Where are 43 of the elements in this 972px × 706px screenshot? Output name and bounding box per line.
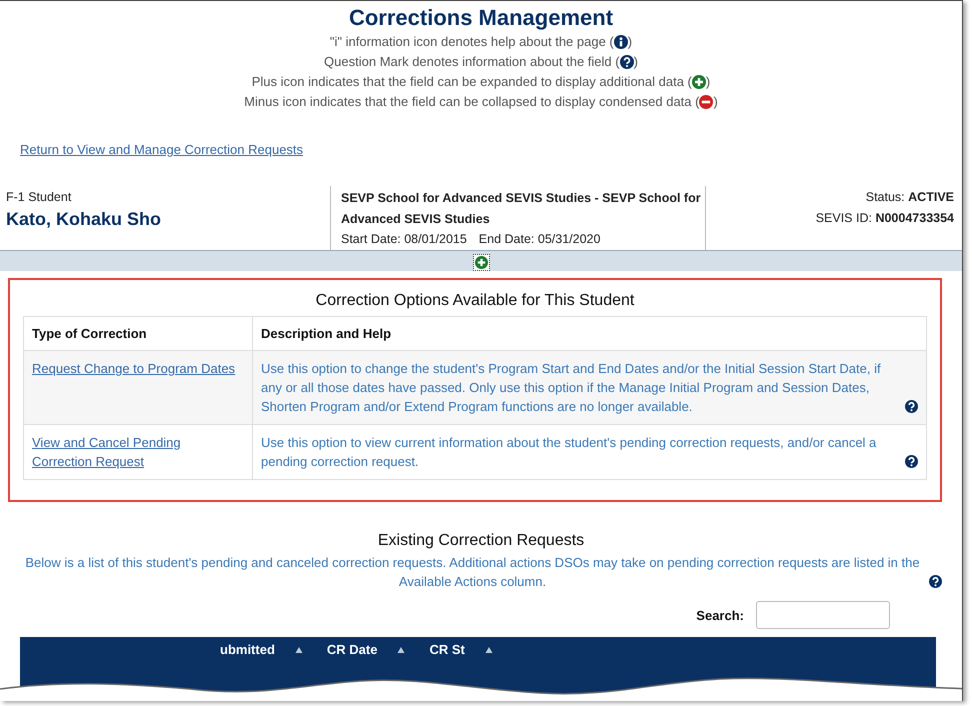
expand-button[interactable] bbox=[472, 254, 490, 272]
sort-icon[interactable] bbox=[397, 646, 406, 654]
column-header: Description and Help bbox=[252, 316, 926, 351]
column-header: Type of Correction bbox=[24, 316, 252, 351]
section-title: Existing Correction Requests bbox=[376, 532, 586, 550]
end-date: End Date: 05/31/2020 bbox=[478, 231, 600, 248]
sevis-id: SEVIS ID: N0004733354 bbox=[816, 210, 954, 228]
page-title: Corrections Management bbox=[348, 5, 614, 31]
return-link[interactable]: Return to View and Manage Correction Requests bbox=[20, 142, 304, 157]
help-icon bbox=[905, 455, 918, 468]
option-link[interactable]: View and Cancel Pending Correction Request bbox=[32, 433, 244, 472]
school-name: SEVP School for Advanced SEVIS Studies - SEVP School for Advanced SEVIS Studies bbox=[341, 190, 701, 228]
help-icon bbox=[929, 575, 942, 588]
search-field[interactable] bbox=[756, 601, 890, 630]
help-icon bbox=[620, 55, 634, 69]
sort-icon[interactable] bbox=[484, 646, 493, 654]
search-label: Search: bbox=[696, 608, 744, 623]
legend-text: ) bbox=[713, 93, 718, 111]
plus-icon bbox=[474, 256, 488, 270]
legend-text: "i" information icon denotes help about the page ( bbox=[330, 33, 614, 51]
start-date: Start Date: 08/01/2015 bbox=[341, 231, 467, 248]
legend-text: Minus icon indicates that the field can be collapsed to display condensed data ( bbox=[244, 93, 700, 111]
column-header[interactable]: CR St bbox=[429, 642, 465, 660]
legend-text: ) bbox=[706, 73, 710, 91]
option-description: Use this option to change the student's Program Start and End Dates and/or the Initial Session Start Date, if any or all those dates have passed. Only use this option if the Manage Initial Program and Session Dates, Shorten Program and/or Extend Program functions are no longer available. bbox=[261, 360, 882, 416]
info-icon bbox=[614, 35, 628, 49]
option-description: Use this option to view current information about the student's pending correction requests, and/or cancel a pending correction request. bbox=[261, 434, 878, 472]
section-title: Correction Options Available for This Student bbox=[314, 292, 636, 310]
legend-text: Plus icon indicates that the field can be expanded to display additional data ( bbox=[252, 73, 692, 91]
student-name: Kato, Kohaku Sho bbox=[6, 209, 162, 230]
student-type: F-1 Student bbox=[6, 189, 72, 206]
help-icon bbox=[905, 400, 918, 414]
status: Status: ACTIVE bbox=[866, 189, 954, 206]
legend-text: Question Mark denotes information about the field ( bbox=[324, 53, 620, 71]
legend-text: ) bbox=[628, 33, 632, 51]
plus-icon bbox=[692, 75, 706, 89]
legend-text: ) bbox=[634, 53, 638, 71]
option-link[interactable]: Request Change to Program Dates bbox=[32, 359, 236, 378]
column-header[interactable]: CR Date bbox=[326, 642, 378, 660]
sort-icon[interactable] bbox=[294, 646, 303, 654]
section-description: Below is a list of this student's pending and canceled correction requests. Additional actions DSOs may take on pending correction requests are listed in the Available Actions column. bbox=[24, 554, 921, 592]
minus-icon bbox=[699, 95, 714, 109]
column-header[interactable]: ubmitted bbox=[220, 642, 275, 660]
